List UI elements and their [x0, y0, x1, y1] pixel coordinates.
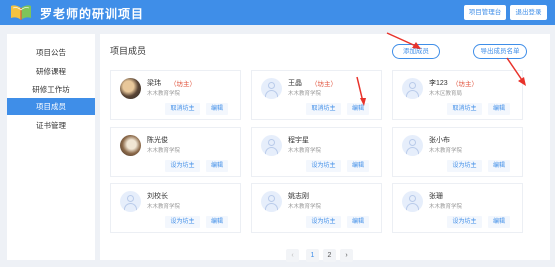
member-organization: 木木教育学院: [147, 148, 181, 154]
member-name: 李123: [429, 80, 448, 87]
main-panel: 项目成员 添加成员 导出成员名单 梁玮 （坊主） 木木教育学院 取消坊主 编辑 …: [100, 34, 550, 262]
member-card: 张小布 木木教育学院 设为坊主 编辑: [392, 127, 523, 177]
page-title: 项目成员: [110, 46, 147, 56]
avatar: [120, 78, 141, 99]
annotation-arrow-icon: [506, 57, 526, 86]
set-leader-button[interactable]: 设为坊主: [447, 216, 482, 228]
member-name: 姚志刚: [288, 193, 309, 200]
member-card: 程宇星 木木教育学院 设为坊主 编辑: [251, 127, 382, 177]
default-avatar-icon: [402, 191, 423, 212]
default-avatar-icon: [261, 135, 282, 156]
edit-button[interactable]: 编辑: [206, 103, 228, 115]
edit-button[interactable]: 编辑: [488, 103, 510, 115]
set-leader-button[interactable]: 设为坊主: [165, 216, 200, 228]
member-card: 张珊 木木教育学院 设为坊主 编辑: [392, 183, 523, 233]
set-leader-button[interactable]: 设为坊主: [306, 160, 341, 172]
sidebar: 项目公告 研修课程 研修工作坊 项目成员 证书管理: [7, 34, 95, 260]
member-name: 王晶: [288, 80, 302, 87]
member-name: 程宇星: [288, 137, 309, 144]
member-organization: 木木教育学院: [288, 204, 322, 210]
remove-leader-button[interactable]: 取消坊主: [447, 103, 482, 115]
sidebar-item-workshop[interactable]: 研修工作坊: [7, 81, 95, 98]
pagination-next-button[interactable]: ›: [340, 249, 353, 262]
edit-button[interactable]: 编辑: [347, 160, 369, 172]
member-name: 梁玮: [147, 80, 161, 87]
default-avatar-icon: [402, 135, 423, 156]
member-organization: 木木教育学院: [429, 148, 463, 154]
edit-button[interactable]: 编辑: [206, 216, 228, 228]
member-name: 张小布: [429, 137, 450, 144]
member-organization: 木木教育学院: [288, 91, 322, 97]
default-avatar-icon: [120, 191, 141, 212]
pagination-prev-button[interactable]: ‹: [286, 249, 299, 262]
edit-button[interactable]: 编辑: [347, 216, 369, 228]
avatar: [120, 135, 141, 156]
member-card: 梁玮 （坊主） 木木教育学院 取消坊主 编辑: [110, 70, 241, 120]
member-card: 陈光俊 木木教育学院 设为坊主 编辑: [110, 127, 241, 177]
set-leader-button[interactable]: 设为坊主: [306, 216, 341, 228]
top-bar: 罗老师的研训项目 项目管理台 退出登录: [0, 0, 555, 25]
member-card: 刘校长 木木教育学院 设为坊主 编辑: [110, 183, 241, 233]
set-leader-button[interactable]: 设为坊主: [165, 160, 200, 172]
member-organization: 木木区教育局: [429, 91, 463, 97]
edit-button[interactable]: 编辑: [488, 160, 510, 172]
member-organization: 木木教育学院: [288, 148, 322, 154]
pagination-page-1[interactable]: 1: [306, 249, 319, 262]
default-avatar-icon: [402, 78, 423, 99]
member-role-badge: （坊主）: [170, 81, 196, 88]
member-role-badge: （坊主）: [452, 81, 478, 88]
book-logo-icon: [11, 5, 31, 20]
remove-leader-button[interactable]: 取消坊主: [306, 103, 341, 115]
member-name: 刘校长: [147, 193, 168, 200]
member-name: 张珊: [429, 193, 443, 200]
logout-button[interactable]: 退出登录: [510, 5, 547, 20]
member-organization: 木木教育学院: [429, 204, 463, 210]
member-organization: 木木教育学院: [147, 91, 181, 97]
set-leader-button[interactable]: 设为坊主: [447, 160, 482, 172]
sidebar-item-certificates[interactable]: 证书管理: [7, 117, 95, 134]
annotation-arrow-icon: [386, 32, 421, 49]
pagination-page-2[interactable]: 2: [323, 249, 336, 262]
sidebar-item-courses[interactable]: 研修课程: [7, 63, 95, 80]
sidebar-item-members[interactable]: 项目成员: [7, 98, 95, 115]
member-name: 陈光俊: [147, 137, 168, 144]
member-role-badge: （坊主）: [311, 81, 337, 88]
edit-button[interactable]: 编辑: [206, 160, 228, 172]
edit-button[interactable]: 编辑: [488, 216, 510, 228]
site-title: 罗老师的研训项目: [40, 7, 145, 21]
annotation-arrow-icon: [356, 76, 366, 106]
project-manage-button[interactable]: 项目管理台: [464, 5, 506, 20]
member-card: 姚志刚 木木教育学院 设为坊主 编辑: [251, 183, 382, 233]
remove-leader-button[interactable]: 取消坊主: [165, 103, 200, 115]
default-avatar-icon: [261, 191, 282, 212]
member-organization: 木木教育学院: [147, 204, 181, 210]
sidebar-item-announcements[interactable]: 项目公告: [7, 44, 95, 61]
default-avatar-icon: [261, 78, 282, 99]
